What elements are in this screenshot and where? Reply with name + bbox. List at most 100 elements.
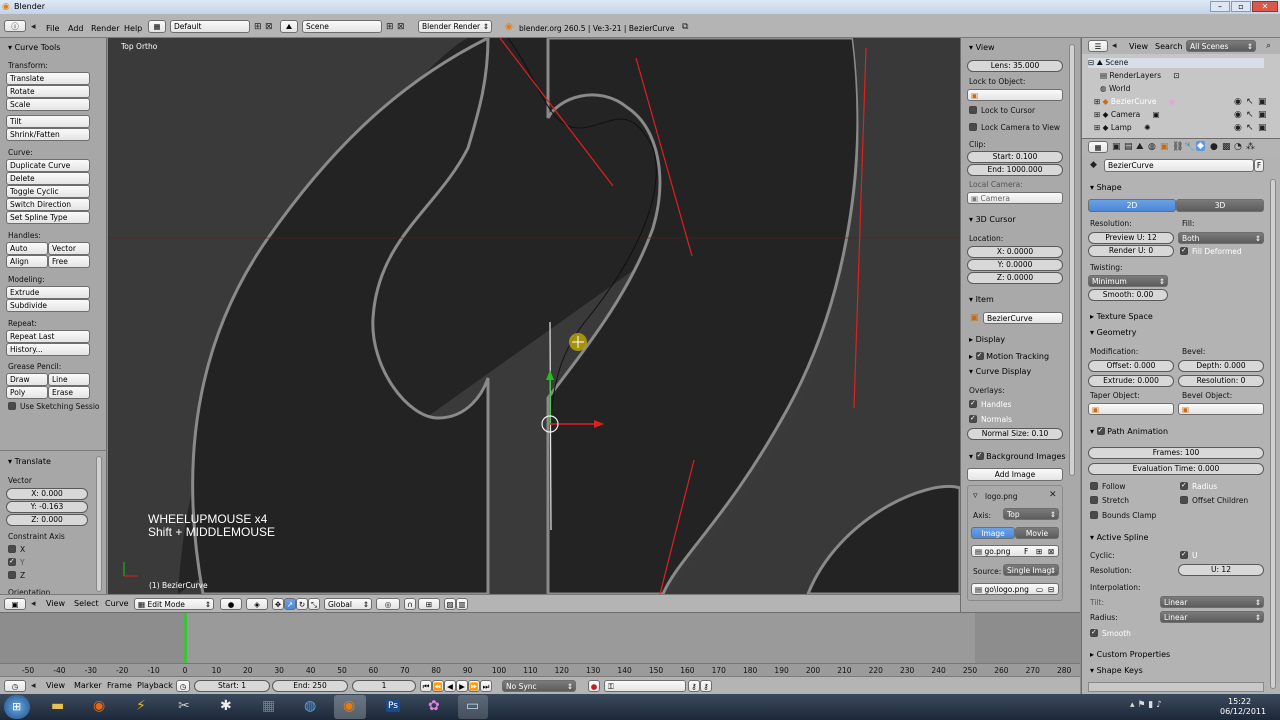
set-spline-type-button[interactable]: Set Spline Type [6, 211, 90, 224]
keying-set-field[interactable]: ⚿ [604, 680, 686, 692]
lock-camera-checkbox[interactable] [969, 123, 977, 131]
scale-button[interactable]: Scale [6, 98, 90, 111]
viewport-menu-view[interactable]: View [46, 599, 65, 608]
insert-keyframe-button[interactable]: ⚷ [688, 680, 700, 692]
timeline-menu-playback[interactable]: Playback [137, 681, 173, 690]
texture-space-header[interactable]: ▸ Texture Space [1090, 312, 1153, 321]
editor-type-button[interactable]: ⓘ [4, 20, 26, 32]
cursor-z-field[interactable]: Z: 0.0000 [967, 272, 1063, 284]
scene-field[interactable]: Scene [302, 20, 382, 33]
taskbar-app-6[interactable]: ▦ [254, 696, 282, 718]
eye-icon[interactable]: ◉ [1234, 110, 1242, 120]
repeat-last-button[interactable]: Repeat Last [6, 330, 90, 343]
clock-time[interactable]: 15:22 [1228, 697, 1251, 706]
scene-remove-icon[interactable]: ⊠ [397, 22, 405, 32]
background-images-header[interactable]: ▾ Background Images [969, 451, 1066, 461]
background-images-checkbox[interactable] [975, 451, 984, 460]
lens-field[interactable]: Lens: 35.000 [967, 60, 1063, 72]
subdivide-button[interactable]: Subdivide [6, 299, 90, 312]
render-icon[interactable]: ⧉ [682, 22, 688, 32]
layout-remove-icon[interactable]: ⊠ [265, 22, 273, 32]
properties-scrollbar[interactable] [1270, 179, 1276, 689]
folder-icon[interactable]: ▭ [1036, 584, 1043, 594]
context-render-icon[interactable]: ▣ [1112, 142, 1121, 152]
offset-children-checkbox[interactable] [1180, 496, 1188, 504]
manipulator-scale[interactable]: ⤡ [308, 598, 320, 610]
context-world-icon[interactable]: ◍ [1148, 142, 1156, 152]
translate-z-field[interactable]: Z: 0.000 [6, 514, 88, 526]
play-reverse-button[interactable]: ◀ [444, 680, 456, 692]
eye-icon[interactable]: ◉ [1234, 97, 1242, 107]
path-animation-header[interactable]: ▾ Path Animation [1090, 426, 1168, 436]
object-name-field[interactable]: BezierCurve [1104, 159, 1254, 172]
handle-align-button[interactable]: Align [6, 255, 48, 268]
context-texture-icon[interactable]: ▩ [1222, 142, 1231, 152]
timeline-menu-collapse-icon[interactable]: ◂ [31, 681, 36, 691]
next-keyframe-button[interactable]: ⏩ [468, 680, 480, 692]
context-object-icon[interactable]: ▣ [1160, 142, 1169, 152]
camera-render-icon[interactable]: ▣ [1258, 123, 1267, 133]
viewport-shading-button[interactable]: ● [220, 598, 242, 610]
cursor-y-field[interactable]: Y: 0.0000 [967, 259, 1063, 271]
grease-poly-button[interactable]: Poly [6, 386, 48, 399]
item-panel-header[interactable]: ▾ Item [969, 295, 994, 304]
shape-keys-list[interactable] [1088, 682, 1264, 692]
outliner-item-scene[interactable]: ⊟ ⛰ Scene [1088, 58, 1264, 68]
depth-field[interactable]: Depth: 0.000 [1178, 360, 1264, 372]
taskbar-explorer[interactable]: ▬ [44, 696, 72, 718]
outliner-filter-dropdown[interactable]: All Scenes ⇕ [1186, 40, 1256, 52]
image-open-icon[interactable]: ⊞ [1036, 546, 1042, 556]
outliner-item-world[interactable]: ◍ World [1100, 84, 1130, 93]
curve-display-header[interactable]: ▾ Curve Display [969, 367, 1031, 376]
taskbar-app-5[interactable]: ✱ [212, 696, 240, 718]
delete-keyframe-button[interactable]: ⚷ [700, 680, 712, 692]
timeline-menu-marker[interactable]: Marker [74, 681, 102, 690]
manipulator-toggle[interactable]: ✥ [272, 598, 284, 610]
menu-file[interactable]: File [46, 24, 59, 33]
auto-keyframe-button[interactable]: ● [588, 680, 600, 692]
tilt-button[interactable]: Tilt [6, 115, 90, 128]
fill-dropdown[interactable]: Both ⇕ [1178, 232, 1264, 244]
local-camera-field[interactable]: ▣ Camera [967, 192, 1063, 204]
menu-collapse-icon[interactable]: ◂ [31, 22, 36, 32]
display-panel-header[interactable]: ▸ Display [969, 335, 1005, 344]
image-close-icon[interactable]: ⊠ [1048, 546, 1054, 556]
menu-add[interactable]: Add [68, 24, 84, 33]
fill-deformed-checkbox[interactable] [1180, 246, 1188, 255]
viewport-3d[interactable]: Top Ortho WHEELUPMOUSE x4 Shift + MIDDLE… [108, 38, 960, 594]
context-material-icon[interactable]: ● [1210, 142, 1218, 152]
cursor-select-icon[interactable]: ↖ [1246, 110, 1254, 120]
snap-element-button[interactable]: ⊞ [418, 598, 440, 610]
radius-checkbox[interactable] [1180, 481, 1188, 490]
evaluation-time-field[interactable]: Evaluation Time: 0.000 [1088, 463, 1264, 475]
smooth-field[interactable]: Smooth: 0.00 [1088, 289, 1168, 301]
taskbar-app-10[interactable]: ▭ [458, 695, 488, 719]
path-animation-checkbox[interactable] [1096, 426, 1105, 435]
opengl-render-button[interactable]: ▨ [444, 598, 456, 610]
pivot-point-button[interactable]: ◈ [246, 598, 268, 610]
taskbar-app-9[interactable]: ✿ [420, 696, 448, 718]
snap-toggle-button[interactable]: ∩ [404, 598, 416, 610]
outliner-item-lamp[interactable]: ⊞ ◆ Lamp ✺ [1094, 123, 1150, 132]
clip-start-field[interactable]: Start: 0.100 [967, 151, 1063, 163]
window-maximize-button[interactable]: ▫ [1231, 1, 1251, 12]
axis-dropdown[interactable]: Top ⇕ [1003, 508, 1059, 520]
timeline-editor-type-button[interactable]: ◷ [4, 680, 26, 692]
frames-field[interactable]: Frames: 100 [1088, 447, 1264, 459]
outliner-menu-collapse-icon[interactable]: ◂ [1112, 41, 1117, 51]
cursor-x-field[interactable]: X: 0.0000 [967, 246, 1063, 258]
geometry-header[interactable]: ▾ Geometry [1090, 328, 1136, 337]
extrude-button[interactable]: Extrude [6, 286, 90, 299]
screen-layout-icon-button[interactable]: ▦ [148, 20, 166, 33]
twisting-dropdown[interactable]: Minimum ⇕ [1088, 275, 1168, 287]
image-browse-field[interactable]: ▤ go.png F ⊞ ⊠ [971, 545, 1059, 557]
lock-object-field[interactable]: ▣ [967, 89, 1063, 101]
resolution-u-field[interactable]: U: 12 [1178, 564, 1264, 576]
play-button[interactable]: ▶ [456, 680, 468, 692]
handle-free-button[interactable]: Free [48, 255, 90, 268]
stretch-checkbox[interactable] [1090, 496, 1098, 504]
custom-properties-header[interactable]: ▸ Custom Properties [1090, 650, 1170, 659]
taskbar-firefox[interactable]: ◉ [86, 696, 114, 718]
start-button[interactable]: ⊞ [4, 695, 30, 719]
delete-button[interactable]: Delete [6, 172, 90, 185]
